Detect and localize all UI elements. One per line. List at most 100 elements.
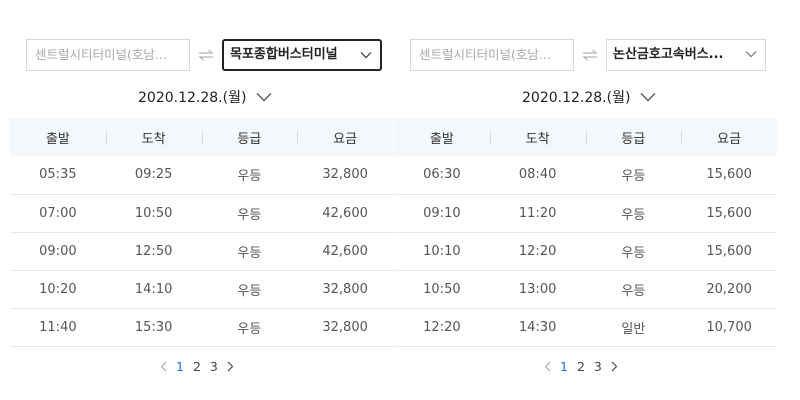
route-selector: 센트럴시티터미널(호남... 논산금호고속버스... [410, 39, 766, 71]
grade-cell: 우등 [621, 283, 646, 299]
origin-field[interactable]: 센트럴시티터미널(호남... [410, 39, 574, 71]
grade-cell: 우등 [237, 283, 262, 299]
departure-cell: 06:30 [423, 167, 461, 183]
column-header: 출발 [45, 131, 70, 147]
grade-cell: 우등 [237, 169, 262, 185]
schedule-table: 출발 도착 등급 요금 05:35 09:25 우등 32,800 07:00 … [10, 118, 393, 347]
pagination: 1 2 3 [544, 357, 618, 375]
table-row[interactable]: 10:50 13:00 우등 20,200 [394, 270, 777, 308]
table-row[interactable]: 09:00 12:50 우등 42,600 [10, 232, 393, 270]
grade-cell: 일반 [621, 321, 646, 337]
fare-cell: 15,600 [706, 167, 752, 183]
arrival-cell: 09:25 [134, 167, 173, 183]
departure-cell: 10:50 [423, 281, 461, 297]
pagination: 1 2 3 [160, 357, 234, 375]
arrival-cell: 14:10 [134, 281, 173, 297]
fare-cell: 10,700 [706, 319, 752, 335]
departure-cell: 10:20 [39, 281, 77, 297]
date-selector[interactable]: 2020.12.28.(월) [522, 86, 656, 108]
date-text: 2020.12.28.(월) [522, 90, 631, 106]
arrival-cell: 15:30 [134, 319, 173, 335]
column-header: 출발 [429, 131, 454, 147]
prev-page-button[interactable] [544, 361, 551, 372]
chevron-left-icon [544, 361, 551, 371]
table-row[interactable]: 11:40 15:30 우등 32,800 [10, 308, 393, 346]
departure-cell: 10:10 [423, 243, 461, 259]
arrival-cell: 13:00 [518, 281, 557, 297]
chevron-left-icon [160, 361, 167, 371]
route-panel-left: 센트럴시티터미널(호남... 목포종합버스터미널 2020.12.28.(월) … [10, 0, 393, 400]
page-link-3[interactable]: 3 [594, 359, 602, 374]
fare-cell: 32,800 [322, 167, 368, 183]
next-page-button[interactable] [227, 361, 234, 372]
arrival-cell: 10:50 [134, 205, 173, 221]
swap-arrows-icon [198, 49, 214, 61]
route-panel-right: 센트럴시티터미널(호남... 논산금호고속버스... 2020.12.28.(월… [394, 0, 777, 400]
page-link-3[interactable]: 3 [210, 359, 218, 374]
chevron-right-icon [227, 361, 234, 371]
fare-cell: 42,600 [322, 243, 368, 259]
table-header-row: 출발 도착 등급 요금 [394, 118, 777, 156]
next-page-button[interactable] [611, 361, 618, 372]
chevron-right-icon [611, 361, 618, 371]
destination-value: 목포종합버스터미널 [230, 47, 338, 62]
departure-cell: 12:20 [423, 319, 461, 335]
column-header: 등급 [585, 118, 682, 156]
fare-cell: 15,600 [706, 243, 752, 259]
table-row[interactable]: 10:10 12:20 우등 15,600 [394, 232, 777, 270]
origin-field[interactable]: 센트럴시티터미널(호남... [26, 39, 190, 71]
table-row[interactable]: 12:20 14:30 일반 10,700 [394, 308, 777, 346]
grade-cell: 우등 [621, 245, 646, 261]
table-header-row: 출발 도착 등급 요금 [10, 118, 393, 156]
page-link-2[interactable]: 2 [577, 359, 585, 374]
column-header: 도착 [105, 118, 202, 156]
fare-cell: 15,600 [706, 205, 752, 221]
departure-cell: 09:00 [39, 243, 77, 259]
grade-cell: 우등 [237, 245, 262, 261]
departure-cell: 09:10 [423, 205, 461, 221]
page-link-1[interactable]: 1 [176, 359, 184, 374]
prev-page-button[interactable] [160, 361, 167, 372]
arrival-cell: 12:50 [134, 243, 173, 259]
destination-select[interactable]: 논산금호고속버스... [606, 39, 766, 71]
arrival-cell: 14:30 [518, 319, 557, 335]
grade-cell: 우등 [237, 207, 262, 223]
departure-cell: 11:40 [39, 319, 77, 335]
schedule-table: 출발 도착 등급 요금 06:30 08:40 우등 15,600 09:10 … [394, 118, 777, 347]
date-selector[interactable]: 2020.12.28.(월) [138, 86, 272, 108]
destination-select[interactable]: 목포종합버스터미널 [222, 39, 382, 71]
grade-cell: 우등 [621, 169, 646, 185]
fare-cell: 32,800 [322, 319, 368, 335]
fare-cell: 42,600 [322, 205, 368, 221]
chevron-down-icon [256, 93, 272, 102]
route-selector: 센트럴시티터미널(호남... 목포종합버스터미널 [26, 39, 382, 71]
page-link-2[interactable]: 2 [193, 359, 201, 374]
grade-cell: 우등 [621, 207, 646, 223]
column-header: 도착 [489, 118, 586, 156]
chevron-down-icon [360, 52, 372, 59]
page-link-1[interactable]: 1 [560, 359, 568, 374]
table-row[interactable]: 10:20 14:10 우등 32,800 [10, 270, 393, 308]
swap-arrows-icon [582, 49, 598, 61]
arrival-cell: 11:20 [518, 205, 557, 221]
arrival-cell: 08:40 [518, 167, 557, 183]
date-text: 2020.12.28.(월) [138, 90, 247, 106]
swap-button[interactable] [574, 39, 606, 71]
grade-cell: 우등 [237, 321, 262, 337]
destination-value: 논산금호고속버스... [613, 47, 724, 62]
column-header: 요금 [681, 118, 777, 156]
swap-button[interactable] [190, 39, 222, 71]
chevron-down-icon [640, 93, 656, 102]
table-row[interactable]: 09:10 11:20 우등 15,600 [394, 194, 777, 232]
table-row[interactable]: 06:30 08:40 우등 15,600 [394, 156, 777, 194]
arrival-cell: 12:20 [518, 243, 557, 259]
departure-cell: 05:35 [39, 167, 77, 183]
table-row[interactable]: 05:35 09:25 우등 32,800 [10, 156, 393, 194]
fare-cell: 20,200 [706, 281, 752, 297]
column-header: 요금 [297, 118, 393, 156]
departure-cell: 07:00 [39, 205, 77, 221]
fare-cell: 32,800 [322, 281, 368, 297]
column-header: 등급 [201, 118, 298, 156]
table-row[interactable]: 07:00 10:50 우등 42,600 [10, 194, 393, 232]
chevron-down-icon [745, 51, 757, 58]
